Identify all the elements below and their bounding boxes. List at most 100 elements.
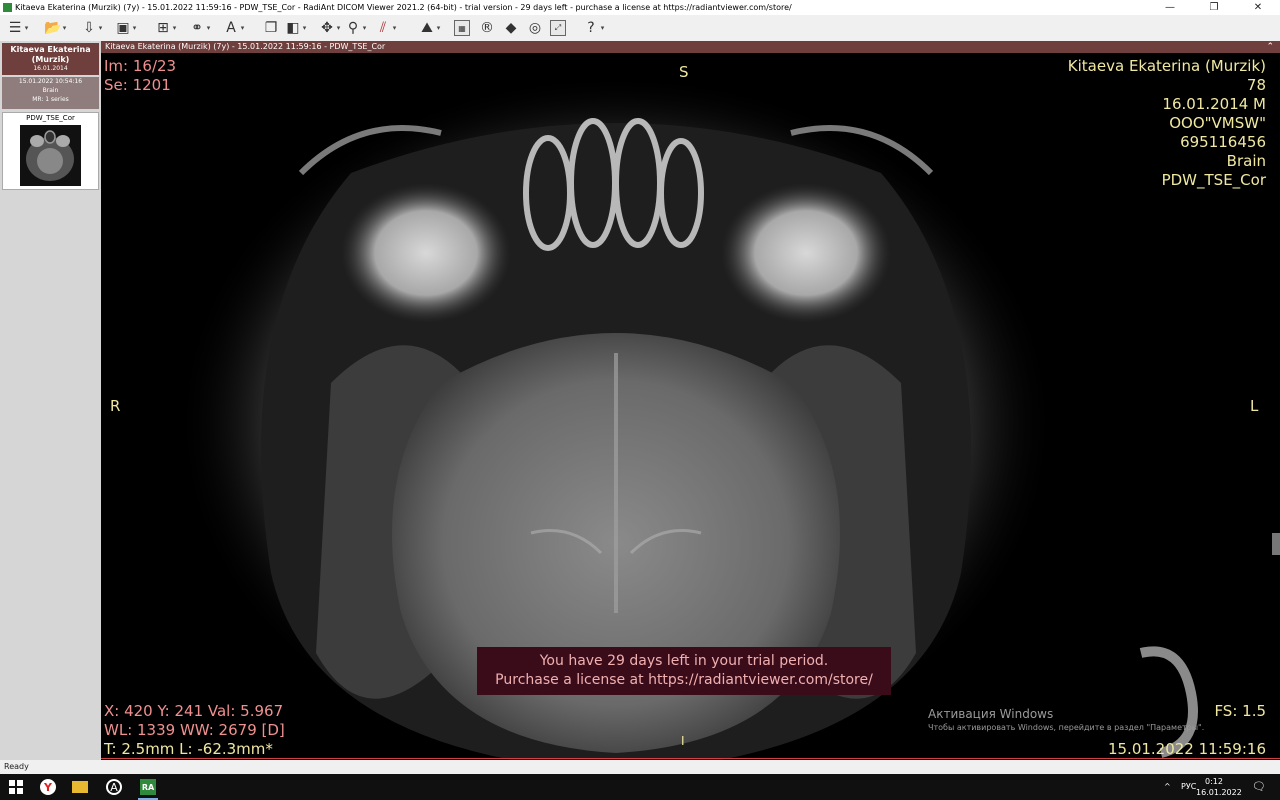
- file-explorer-icon: [72, 781, 88, 793]
- overlay-birthdate-sex: 16.01.2014 M: [1162, 95, 1266, 113]
- zoom-icon: ⚲: [347, 20, 359, 36]
- 3d-button[interactable]: ◆: [502, 19, 520, 37]
- taskbar-explorer[interactable]: [64, 774, 96, 800]
- window-level-icon: ◧: [286, 20, 300, 36]
- link-button[interactable]: ⚭ ▾: [188, 19, 211, 37]
- film-button[interactable]: ▦: [454, 19, 470, 37]
- tray-overflow-chevron[interactable]: ^: [1164, 774, 1171, 800]
- cd-button[interactable]: ◎: [526, 19, 544, 37]
- zoom-button[interactable]: ⚲ ▾: [344, 19, 367, 37]
- trial-notice-line1: You have 29 days left in your trial peri…: [539, 653, 829, 669]
- reconstruct-button[interactable]: ®: [478, 19, 496, 37]
- viewport-title: Kitaeva Ekaterina (Murzik) (7y) - 15.01.…: [105, 42, 386, 51]
- chevron-down-icon: ▾: [132, 24, 137, 32]
- activation-title: Активация Windows: [928, 707, 1054, 721]
- series-label: PDW_TSE_Cor: [26, 114, 75, 122]
- patient-info-overlay: Kitaeva Ekaterina (Murzik) 78 16.01.2014…: [1068, 57, 1266, 190]
- yandex-browser-icon: Y: [40, 779, 56, 795]
- series-image-count: 23: [86, 179, 95, 187]
- menu-icon: ☰: [8, 20, 22, 36]
- help-button[interactable]: ? ▾: [582, 19, 605, 37]
- save-icon: ▣: [116, 20, 130, 36]
- viewport-scrollbar[interactable]: [1272, 533, 1280, 555]
- radiant-icon: A: [106, 779, 122, 795]
- chevron-down-icon: ▾: [206, 24, 211, 32]
- layout-button[interactable]: ⊞ ▾: [154, 19, 177, 37]
- window-level-readout: WL: 1339 WW: 2679 [D]: [104, 721, 285, 739]
- probe-readout: X: 420 Y: 241 Val: 5.967: [104, 702, 284, 720]
- taskbar-radiant-active[interactable]: RA: [132, 774, 164, 800]
- open-folder-icon: 📂: [44, 20, 62, 36]
- status-bar: Ready: [0, 760, 1280, 774]
- trial-notice-line2: Purchase a license at https://radiantvie…: [495, 672, 873, 688]
- fullscreen-button[interactable]: ⤢: [550, 19, 566, 37]
- restore-button[interactable]: ❐: [1192, 0, 1236, 15]
- windows-activation-watermark: Активация Windows Чтобы активировать Win…: [928, 706, 1204, 734]
- study-sidebar: Kitaeva Ekaterina (Murzik) 16.01.2014 15…: [0, 41, 101, 760]
- patient-card[interactable]: Kitaeva Ekaterina (Murzik) 16.01.2014: [2, 43, 99, 75]
- viewport-header: Kitaeva Ekaterina (Murzik) (7y) - 15.01.…: [101, 41, 1280, 53]
- study-description: Brain: [42, 87, 59, 94]
- chevron-down-icon: ▾: [392, 24, 397, 32]
- taskbar-yandex[interactable]: Y: [32, 774, 64, 800]
- probe-icon: ⫽: [379, 20, 387, 36]
- save-button[interactable]: ▣ ▾: [114, 19, 137, 37]
- text-cursor-icon: I: [681, 734, 685, 748]
- chevron-down-icon: ▾: [240, 24, 245, 32]
- overlay-patient-id: 78: [1246, 76, 1266, 94]
- viewport-active-border: [101, 758, 1280, 759]
- overlay-series: PDW_TSE_Cor: [1161, 171, 1266, 189]
- field-strength: FS: 1.5: [1214, 702, 1266, 720]
- trial-notice[interactable]: You have 29 days left in your trial peri…: [477, 647, 891, 695]
- cd-icon: ◎: [528, 20, 542, 36]
- patient-birthdate: 16.01.2014: [33, 65, 68, 72]
- annotation-text-icon: A: [226, 20, 236, 36]
- taskbar-radiant[interactable]: A: [98, 774, 130, 800]
- series-thumbnail-card[interactable]: PDW_TSE_Cor 23: [2, 112, 99, 190]
- measure-button[interactable]: ⫽ ▾: [374, 19, 397, 37]
- notification-icon[interactable]: 🗨: [1252, 774, 1266, 800]
- windows-taskbar: Y A RA ^ РУС 0:12 16.01.2022 🗨: [0, 774, 1280, 800]
- 3d-icon: ◆: [505, 20, 517, 36]
- mpr-icon: ⛰: [421, 20, 433, 36]
- pan-button[interactable]: ✥ ▾: [318, 19, 341, 37]
- study-datetime: 15.01.2022 10:54:16: [18, 78, 83, 85]
- chevron-down-icon: ▾: [600, 24, 605, 32]
- series-number: Se: 1201: [104, 76, 171, 94]
- taskbar-clock[interactable]: 0:12 16.01.2022: [1196, 776, 1242, 798]
- close-button[interactable]: ✕: [1236, 0, 1280, 15]
- image-index: Im: 16/23: [104, 57, 177, 75]
- patient-name: Kitaeva Ekaterina (Murzik): [10, 45, 91, 64]
- mpr-button[interactable]: ⛰ ▾: [418, 19, 441, 37]
- menu-button[interactable]: ☰ ▾: [6, 19, 29, 37]
- help-icon: ?: [587, 20, 595, 36]
- overlay-study: Brain: [1226, 152, 1266, 170]
- series-thumbnail: [20, 125, 81, 186]
- minimize-button[interactable]: —: [1148, 0, 1192, 15]
- chevron-down-icon: ▾: [24, 24, 29, 32]
- series-button[interactable]: ❐: [262, 19, 280, 37]
- study-card[interactable]: 15.01.2022 10:54:16 Brain MR: 1 series: [2, 77, 99, 109]
- download-button[interactable]: ⇩ ▾: [80, 19, 103, 37]
- input-language[interactable]: РУС: [1181, 774, 1196, 800]
- open-button[interactable]: 📂 ▾: [44, 19, 67, 37]
- start-button[interactable]: [0, 774, 32, 800]
- chevron-down-icon: ▾: [98, 24, 103, 32]
- chevron-down-icon: ▾: [172, 24, 177, 32]
- chevron-up-icon[interactable]: ⌃: [1266, 41, 1274, 53]
- chevron-down-icon: ▾: [336, 24, 341, 32]
- annotation-text-button[interactable]: A ▾: [222, 19, 245, 37]
- link-icon: ⚭: [191, 20, 203, 36]
- chevron-down-icon: ▾: [302, 24, 307, 32]
- window-level-button[interactable]: ◧ ▾: [284, 19, 307, 37]
- clock-time: 0:12: [1205, 777, 1223, 786]
- clock-date: 16.01.2022: [1196, 788, 1242, 797]
- overlay-patient-name: Kitaeva Ekaterina (Murzik): [1067, 57, 1266, 75]
- radiant-active-icon: RA: [140, 779, 156, 795]
- slice-thickness-readout: T: 2.5mm L: -62.3mm*: [104, 740, 273, 758]
- overlay-accession: 695116456: [1180, 133, 1266, 151]
- fullscreen-icon: ⤢: [550, 20, 566, 36]
- acquisition-datetime: 15.01.2022 11:59:16: [1107, 740, 1266, 758]
- image-viewport[interactable]: Im: 16/23 Se: 1201 S R L Kitaeva Ekateri…: [101, 53, 1280, 760]
- orientation-left: R: [110, 397, 121, 415]
